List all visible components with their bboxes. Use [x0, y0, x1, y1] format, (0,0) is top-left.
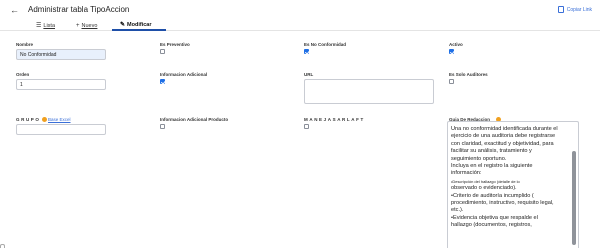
guia-line: Incluya en el registro la siguiente	[451, 163, 533, 170]
copy-link-button[interactable]: Copiar Link	[557, 6, 592, 13]
url-textarea[interactable]	[304, 79, 434, 104]
guia-line: facilitar su análisis, tratamiento y	[451, 148, 532, 155]
guia-line: observado o evidenciado).	[451, 185, 517, 192]
guia-line: •Descripción del hallazgo (detalle de lo	[451, 178, 520, 184]
grupo-input[interactable]	[16, 124, 106, 135]
guia-line: procedimiento, instructivo, requisito le…	[451, 200, 554, 207]
guia-line: •Criterio de auditoría incumplido (	[451, 192, 534, 199]
guia-redaccion-textarea[interactable]: Una no conformidad identificada durante …	[447, 121, 579, 248]
tab-lista[interactable]: ☰ Lista	[28, 20, 63, 31]
manejasarlaft-checkbox[interactable]	[304, 124, 309, 129]
es-solo-auditores-label: Es Solo Auditores	[449, 72, 488, 77]
es-solo-auditores-checkbox[interactable]	[449, 79, 454, 84]
es-no-conformidad-label: Es No Conformidad	[304, 42, 347, 47]
base-excel-link[interactable]: Base Excel	[48, 117, 71, 122]
es-preventivo-label: Es Preventivo	[160, 42, 190, 47]
es-preventivo-checkbox[interactable]	[160, 49, 165, 54]
guia-scrollbar[interactable]	[572, 151, 576, 245]
manejasarlaft-label: MANEJASARLAFT	[304, 117, 365, 122]
informacion-adicional-label: Informacion Adicional	[160, 72, 208, 77]
guia-line: hallazgo (documentos, registros,	[451, 222, 532, 229]
copy-link-label: Copiar Link	[566, 6, 592, 13]
tab-modificar-label: Modificar	[127, 21, 152, 28]
tab-nuevo[interactable]: + Nuevo	[68, 20, 105, 31]
url-label: URL	[304, 72, 314, 77]
info-adicional-producto-label: Informacion Adicional Producto	[160, 117, 229, 122]
tab-bar: ☰ Lista + Nuevo ✎ Modificar	[0, 17, 600, 31]
guia-line: seguimiento oportuno.	[451, 155, 507, 162]
pencil-icon: ✎	[120, 22, 126, 28]
form-card: ← Administrar tabla TipoAccion Copiar Li…	[0, 0, 600, 248]
orden-label: Orden	[16, 72, 30, 77]
list-icon: ☰	[36, 23, 42, 29]
es-no-conformidad-checkbox[interactable]	[304, 49, 309, 54]
nombre-input[interactable]: No Conformidad	[16, 49, 106, 60]
activo-label: Activo	[449, 42, 463, 47]
page-title: Administrar tabla TipoAccion	[28, 5, 130, 14]
guia-line: ejercicio de una auditoria debe registra…	[451, 133, 556, 140]
back-arrow-icon[interactable]: ←	[10, 5, 19, 15]
copy-icon	[557, 6, 564, 13]
tab-nuevo-label: Nuevo	[81, 22, 98, 29]
informacion-adicional-checkbox[interactable]	[160, 79, 165, 84]
tab-lista-label: Lista	[43, 22, 56, 29]
activo-checkbox[interactable]	[449, 49, 454, 54]
bottom-edge-control	[0, 244, 5, 248]
guia-line: •Evidencia objetiva que respalde el	[451, 214, 538, 221]
guia-line: con claridad, exactitud y objetividad, p…	[451, 140, 554, 147]
tab-modificar[interactable]: ✎ Modificar	[112, 20, 166, 31]
guia-line: Una no conformidad identificada durante …	[451, 126, 558, 132]
grupo-label: GRUPO	[16, 117, 41, 122]
guia-line: etc.).	[451, 207, 464, 214]
guia-line: información:	[451, 170, 482, 177]
info-icon	[42, 117, 47, 122]
info-adicional-producto-checkbox[interactable]	[160, 124, 165, 129]
orden-input[interactable]: 1	[16, 79, 106, 90]
guia-redaccion-text: Una no conformidad identificada durante …	[451, 126, 569, 230]
nombre-label: Nombre	[16, 42, 34, 47]
plus-icon: +	[76, 22, 80, 29]
